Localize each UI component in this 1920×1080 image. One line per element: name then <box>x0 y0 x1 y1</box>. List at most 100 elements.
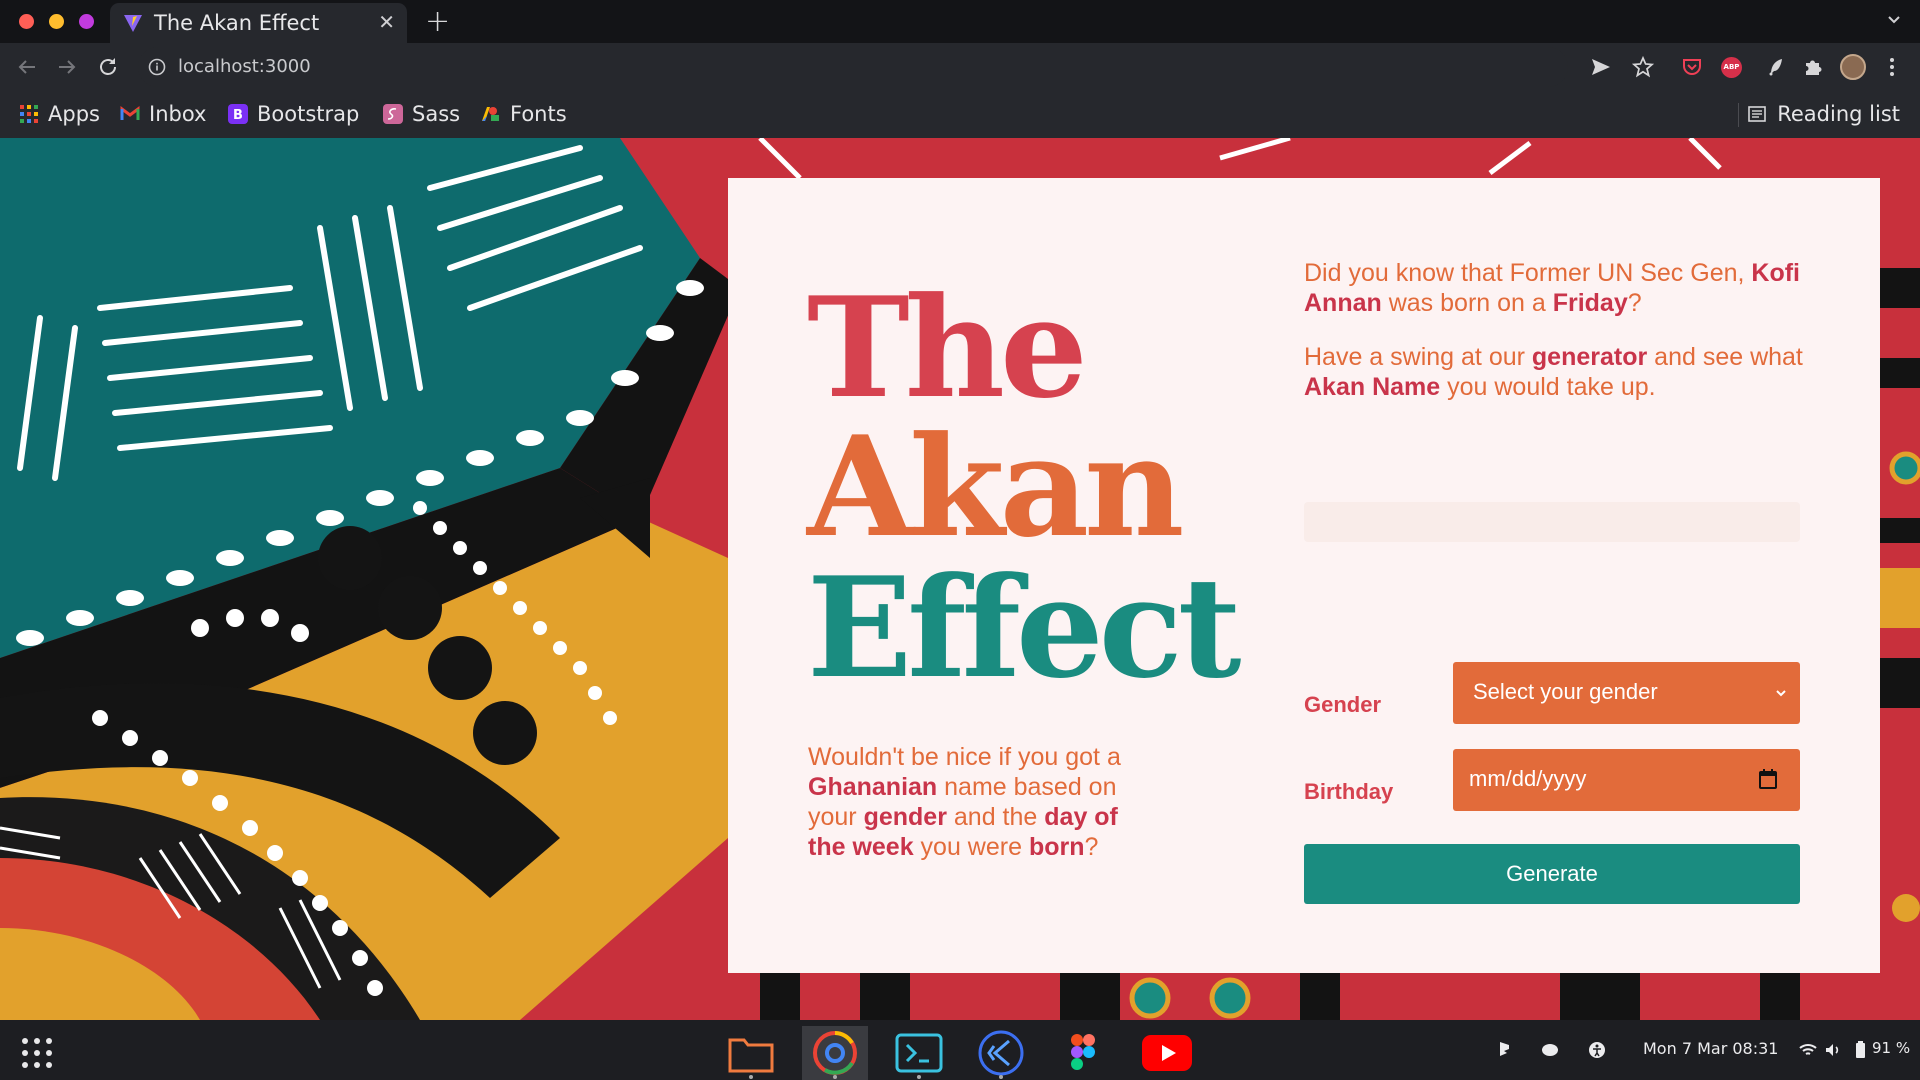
bookmark-bootstrap[interactable]: B Bootstrap <box>228 98 359 130</box>
intro-question: Wouldn't be nice if you got a Ghananian … <box>808 742 1128 862</box>
figma-app[interactable] <box>1050 1026 1116 1080</box>
page-viewport: The Akan Effect Wouldn't be nice if you … <box>0 138 1920 1020</box>
title-effect: Effect <box>807 546 1241 709</box>
accessibility-icon[interactable] <box>1587 1040 1607 1060</box>
bookmark-fonts[interactable]: Fonts <box>481 98 567 130</box>
bookmarks-bar: Apps Inbox B Bootstrap Sass Fonts Readin… <box>0 91 1920 138</box>
tab-active[interactable]: The Akan Effect ✕ <box>110 3 407 43</box>
tab-search-chevron-icon[interactable] <box>1884 10 1904 30</box>
address-bar[interactable]: localhost:3000 <box>138 47 1568 87</box>
birthday-placeholder: mm/dd/yyyy <box>1469 766 1587 791</box>
window-minimize-button[interactable] <box>49 14 64 29</box>
files-app[interactable] <box>718 1026 784 1080</box>
gmail-icon <box>120 106 140 120</box>
running-indicator <box>749 1075 753 1079</box>
result-output-box <box>1304 502 1800 542</box>
adblock-icon[interactable]: ABP <box>1721 57 1742 78</box>
intro-highlight: Ghananian <box>808 773 938 801</box>
reading-list-button[interactable]: Reading list <box>1747 98 1900 130</box>
gender-select[interactable]: Select your gender <box>1453 662 1800 724</box>
launcher-icon[interactable] <box>20 1036 54 1070</box>
url-text: localhost:3000 <box>178 56 311 77</box>
birthday-label: Birthday <box>1304 779 1394 804</box>
running-indicator <box>917 1075 921 1079</box>
apps-grid-icon <box>20 105 38 123</box>
fact-text: you would take up. <box>1440 373 1656 401</box>
chevron-down-icon <box>1776 690 1786 697</box>
bookmark-sass[interactable]: Sass <box>383 98 460 130</box>
reload-icon[interactable] <box>96 55 120 79</box>
gender-select-value: Select your gender <box>1473 679 1658 704</box>
bookmark-star-icon[interactable] <box>1631 55 1655 79</box>
svg-text:B: B <box>233 108 243 123</box>
extensions-puzzle-icon[interactable] <box>1801 55 1825 79</box>
figma-icon <box>1071 1034 1095 1070</box>
window-close-button[interactable] <box>19 14 34 29</box>
wifi-icon[interactable] <box>1798 1040 1818 1060</box>
title-akan: Akan <box>807 405 1184 568</box>
terminal-icon <box>895 1033 943 1073</box>
back-icon[interactable] <box>15 55 39 79</box>
terminal-app[interactable] <box>886 1026 952 1080</box>
bookmark-label: Inbox <box>149 102 207 126</box>
fact-paragraph: Have a swing at our generator and see wh… <box>1304 342 1824 402</box>
bookmark-label: Fonts <box>510 102 567 126</box>
bookmark-label: Bootstrap <box>257 102 360 126</box>
site-info-icon[interactable] <box>148 58 166 76</box>
vscode-icon <box>978 1030 1024 1076</box>
clock-text[interactable]: Mon 7 Mar 08:31 <box>1643 1039 1778 1058</box>
intro-text: Wouldn't be nice if you got a <box>808 743 1121 771</box>
keyboard-tray-icon[interactable] <box>1540 1040 1560 1060</box>
fact-paragraph: Did you know that Former UN Sec Gen, Kof… <box>1304 258 1824 318</box>
bing-icon[interactable] <box>1495 1040 1515 1060</box>
fact-highlight: generator <box>1531 343 1648 371</box>
youtube-icon <box>1142 1035 1192 1071</box>
birthday-date-input[interactable]: mm/dd/yyyy <box>1453 749 1800 811</box>
calendar-icon[interactable] <box>1756 767 1780 791</box>
browser-menu-icon[interactable] <box>1888 55 1896 79</box>
pocket-icon[interactable] <box>1680 55 1704 79</box>
vite-favicon-icon <box>124 15 142 32</box>
generate-button[interactable]: Generate <box>1304 844 1800 904</box>
google-fonts-icon <box>482 107 499 121</box>
forward-icon[interactable] <box>55 55 79 79</box>
profile-avatar[interactable] <box>1840 54 1866 80</box>
running-indicator <box>999 1075 1003 1079</box>
window-maximize-button[interactable] <box>79 14 94 29</box>
fact-text: Have a swing at our <box>1304 343 1532 371</box>
running-indicator <box>833 1075 837 1079</box>
fact-text: Did you know that Former UN Sec Gen, <box>1304 259 1752 287</box>
vscode-app[interactable] <box>968 1026 1034 1080</box>
tab-title: The Akan Effect <box>154 11 320 35</box>
files-icon <box>728 1038 774 1073</box>
tab-strip: The Akan Effect ✕ + <box>0 0 1920 43</box>
fact-highlight: Akan Name <box>1304 373 1441 401</box>
bookmark-label: Apps <box>48 102 100 126</box>
bookmark-inbox[interactable]: Inbox <box>120 98 206 130</box>
reading-list-label: Reading list <box>1777 102 1900 126</box>
new-tab-button[interactable]: + <box>425 4 450 39</box>
bookmark-label: Sass <box>412 102 461 126</box>
fact-text: was born on a <box>1381 289 1553 317</box>
bookmark-apps[interactable]: Apps <box>19 98 100 130</box>
intro-text: ? <box>1084 833 1099 861</box>
chrome-icon <box>813 1031 857 1075</box>
intro-highlight: gender <box>863 803 947 831</box>
chrome-app[interactable] <box>802 1026 868 1080</box>
volume-icon[interactable] <box>1823 1040 1843 1060</box>
tab-close-icon[interactable]: ✕ <box>378 10 395 34</box>
youtube-app[interactable] <box>1134 1026 1200 1080</box>
sass-icon <box>383 104 403 124</box>
send-icon[interactable] <box>1589 55 1613 79</box>
bootstrap-icon: B <box>228 104 248 124</box>
extension-feather-icon[interactable] <box>1764 55 1788 79</box>
fact-highlight: Friday <box>1552 289 1628 317</box>
os-taskbar: Mon 7 Mar 08:31 91 % <box>0 1020 1920 1080</box>
battery-icon[interactable] <box>1850 1040 1870 1060</box>
fun-fact: Did you know that Former UN Sec Gen, Kof… <box>1304 258 1824 426</box>
bookmarks-divider <box>1738 103 1739 127</box>
browser-toolbar: localhost:3000 ABP <box>0 43 1920 91</box>
fact-text: ? <box>1627 289 1642 317</box>
intro-highlight: born <box>1028 833 1085 861</box>
reading-list-icon <box>1748 106 1767 122</box>
